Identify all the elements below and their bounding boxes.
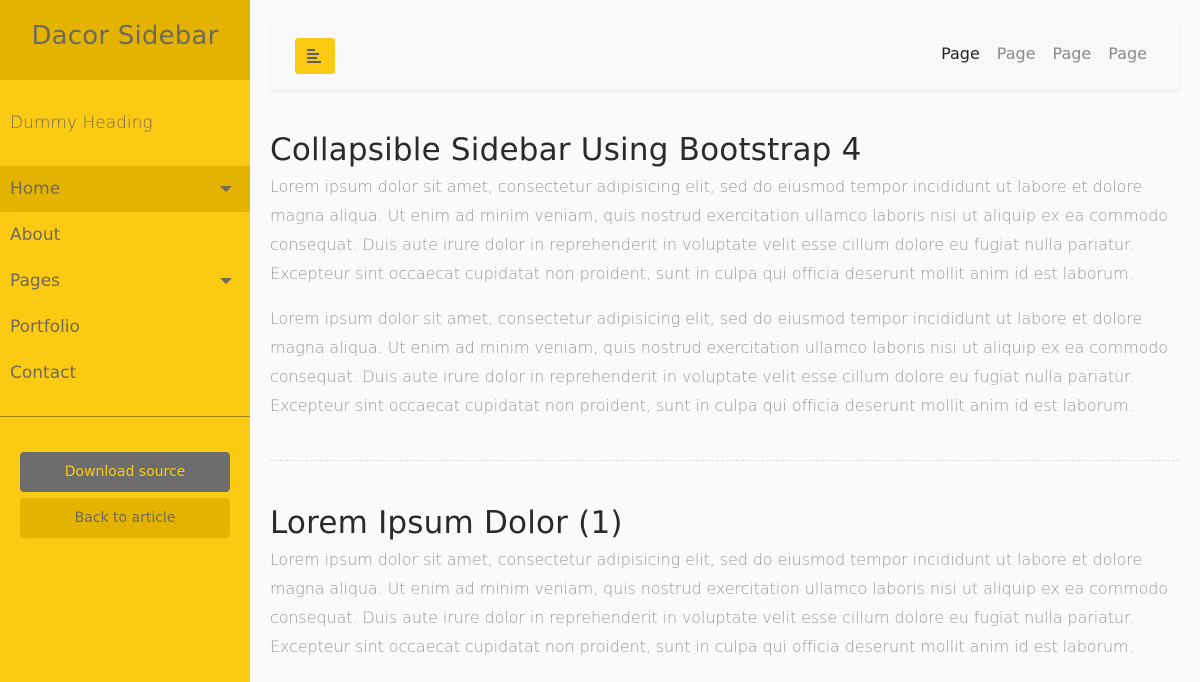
sidebar-header: Dacor Sidebar	[0, 0, 250, 80]
article-paragraph: Lorem ipsum dolor sit amet, consectetur …	[270, 177, 1169, 283]
section-divider	[270, 460, 1180, 461]
nav-link-page[interactable]: Page	[1108, 44, 1147, 63]
sidebar-item-label: Portfolio	[10, 317, 80, 337]
sidebar-item-home[interactable]: Home	[0, 166, 250, 212]
top-navbar: Page Page Page Page	[270, 20, 1180, 90]
article-section: Lorem Ipsum Dolor (1) Lorem ipsum dolor …	[270, 501, 1180, 661]
sidebar-toggle-button[interactable]	[295, 38, 335, 74]
sidebar-item-contact[interactable]: Contact	[0, 350, 250, 396]
sidebar-item-label: Pages	[10, 271, 61, 291]
caret-down-icon	[220, 186, 232, 192]
article-title: Collapsible Sidebar Using Bootstrap 4	[270, 132, 862, 168]
sidebar-item-portfolio[interactable]: Portfolio	[0, 304, 250, 350]
nav-link-page[interactable]: Page	[1053, 44, 1092, 63]
nav-link-page[interactable]: Page	[941, 44, 980, 63]
sidebar-menu: Home About Pages Portfolio Contact	[0, 166, 250, 396]
nav-link-page[interactable]: Page	[997, 44, 1036, 63]
download-source-button[interactable]: Download source	[20, 452, 230, 492]
sidebar-dummy-heading: Dummy Heading	[10, 113, 153, 133]
sidebar-cta: Download source Back to article	[20, 452, 230, 538]
sidebar-item-label: Contact	[10, 363, 77, 383]
sidebar-divider	[0, 416, 250, 417]
sidebar-item-about[interactable]: About	[0, 212, 250, 258]
nav-links: Page Page Page Page	[941, 44, 1147, 63]
align-left-icon	[307, 49, 321, 63]
sidebar-item-pages[interactable]: Pages	[0, 258, 250, 304]
article-paragraph: Lorem ipsum dolor sit amet, consectetur …	[270, 309, 1169, 415]
caret-down-icon	[220, 278, 232, 284]
sidebar-item-label: Home	[10, 179, 61, 199]
sidebar: Dacor Sidebar Dummy Heading Home About P…	[0, 0, 250, 682]
sidebar-item-label: About	[10, 225, 61, 245]
article-paragraph: Lorem ipsum dolor sit amet, consectetur …	[270, 550, 1169, 656]
main-content: Page Page Page Page Collapsible Sidebar …	[270, 0, 1180, 682]
sidebar-brand[interactable]: Dacor Sidebar	[31, 21, 218, 51]
article-section: Collapsible Sidebar Using Bootstrap 4 Lo…	[270, 128, 1180, 420]
section-title: Lorem Ipsum Dolor (1)	[270, 505, 623, 541]
back-to-article-button[interactable]: Back to article	[20, 498, 230, 538]
